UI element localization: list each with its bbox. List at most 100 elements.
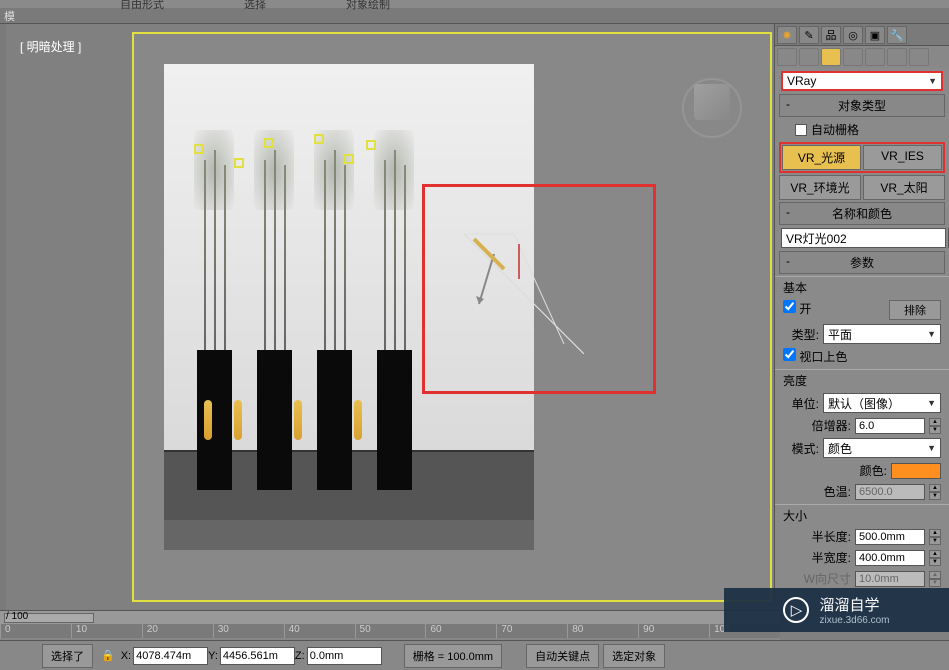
viewport-color-checkbox[interactable]: 视口上色 [783, 348, 847, 365]
z-label: Z: [295, 650, 305, 662]
auto-grid-checkbox[interactable]: 自动栅格 [775, 119, 949, 140]
unit-label: 单位: [783, 395, 819, 412]
spinner-down: ▼ [929, 579, 941, 587]
y-label: Y: [208, 650, 218, 662]
vr-ambient-button[interactable]: VR_环境光 [779, 175, 861, 200]
chevron-down-icon: ▼ [927, 443, 936, 453]
hierarchy-tab-icon[interactable]: 品 [821, 26, 841, 44]
chevron-down-icon: ▼ [927, 398, 936, 408]
menu-object-paint[interactable]: 对象绘制 [346, 0, 390, 4]
timeline-ruler: 0 10 20 30 40 50 60 70 80 90 100 [0, 624, 780, 638]
panel-tabs: ✸ ✎ 品 ◎ ▣ 🔧 [775, 24, 949, 46]
color-label: 颜色: [860, 462, 887, 479]
selected-count-button[interactable]: 选择了 [42, 644, 93, 668]
light-beam-icon [204, 400, 212, 440]
create-subtabs [775, 46, 949, 68]
group-size-label: 大小 [775, 504, 949, 526]
group-intensity-label: 亮度 [775, 369, 949, 391]
viewport-label[interactable]: [ 明暗处理 ] [20, 38, 81, 55]
x-label: X: [121, 650, 131, 662]
light-beam-icon [294, 400, 302, 440]
spinner-up[interactable]: ▲ [929, 550, 941, 558]
spinner-up[interactable]: ▲ [929, 418, 941, 426]
light-gizmo-icon[interactable] [314, 134, 324, 144]
viewport[interactable] [132, 32, 772, 602]
mode-label: 模式: [783, 440, 819, 457]
viewcube[interactable] [694, 84, 730, 120]
time-slider[interactable]: / 100 [0, 611, 780, 624]
light-gizmo-icon[interactable] [264, 138, 274, 148]
plant-1[interactable] [189, 150, 239, 490]
wsize-input [855, 571, 925, 587]
spinner-down[interactable]: ▼ [929, 537, 941, 545]
plant-3[interactable] [309, 150, 359, 490]
status-bar: 选择了 🔒 X: Y: Z: 栅格 = 100.0mm 自动关键点 选定对象 [0, 640, 949, 670]
halfwidth-label: 半宽度: [812, 549, 851, 566]
command-panel: ✸ ✎ 品 ◎ ▣ 🔧 VRay ▼ - 对象类型 自动 [774, 24, 949, 610]
modify-tab-icon[interactable]: ✎ [799, 26, 819, 44]
plant-2[interactable] [249, 150, 299, 490]
wsize-label: W向尺寸 [804, 570, 851, 587]
geometry-icon[interactable] [777, 48, 797, 66]
spinner-up: ▲ [929, 571, 941, 579]
vr-light-button[interactable]: VR_光源 [782, 145, 861, 170]
spinner-down[interactable]: ▼ [929, 558, 941, 566]
timeline[interactable]: / 100 0 10 20 30 40 50 60 70 80 90 100 [0, 610, 780, 640]
halflength-input[interactable] [855, 529, 925, 545]
mode-dropdown[interactable]: 颜色 ▼ [823, 438, 941, 458]
scene-floor-front [164, 520, 534, 550]
multiplier-input[interactable] [855, 418, 925, 434]
watermark: ▷ 溜溜自学 zixue.3d66.com [724, 588, 949, 632]
multiplier-label: 倍增器: [812, 417, 851, 434]
vr-ies-button[interactable]: VR_IES [863, 145, 942, 170]
spinner-down: ▼ [929, 492, 941, 500]
spinner-up[interactable]: ▲ [929, 529, 941, 537]
halflength-label: 半长度: [812, 528, 851, 545]
spacewarps-icon[interactable] [887, 48, 907, 66]
menu-freeform[interactable]: 自由形式 [120, 0, 164, 4]
shapes-icon[interactable] [799, 48, 819, 66]
menu-select[interactable]: 选择 [244, 0, 266, 4]
spinner-up: ▲ [929, 484, 941, 492]
light-gizmo-icon[interactable] [194, 144, 204, 154]
lights-icon[interactable] [821, 48, 841, 66]
color-swatch[interactable] [891, 463, 941, 479]
spinner-down[interactable]: ▼ [929, 426, 941, 434]
light-beam-icon [354, 400, 362, 440]
selected-object-button[interactable]: 选定对象 [603, 644, 665, 668]
exclude-button[interactable]: 排除 [889, 300, 941, 320]
plant-4[interactable] [369, 150, 419, 490]
light-gizmo-icon[interactable] [344, 154, 354, 164]
create-tab-icon[interactable]: ✸ [777, 26, 797, 44]
halfwidth-input[interactable] [855, 550, 925, 566]
rollout-name-color[interactable]: - 名称和颜色 [779, 202, 945, 225]
display-tab-icon[interactable]: ▣ [865, 26, 885, 44]
viewport-container: [ 明暗处理 ] [6, 24, 774, 610]
motion-tab-icon[interactable]: ◎ [843, 26, 863, 44]
type-dropdown[interactable]: 平面 ▼ [823, 324, 941, 344]
utilities-tab-icon[interactable]: 🔧 [887, 26, 907, 44]
x-coord-input[interactable] [133, 647, 208, 665]
lock-icon[interactable]: 🔒 [95, 649, 121, 662]
z-coord-input[interactable] [307, 647, 382, 665]
colortemp-label: 色温: [824, 483, 851, 500]
grid-size-display: 栅格 = 100.0mm [404, 644, 502, 668]
systems-icon[interactable] [909, 48, 929, 66]
auto-key-button[interactable]: 自动关键点 [526, 644, 599, 668]
light-gizmo-icon[interactable] [366, 140, 376, 150]
helpers-icon[interactable] [865, 48, 885, 66]
chevron-down-icon: ▼ [928, 76, 937, 86]
y-coord-input[interactable] [220, 647, 295, 665]
object-name-input[interactable] [781, 228, 946, 248]
rollout-params[interactable]: - 参数 [779, 251, 945, 274]
cameras-icon[interactable] [843, 48, 863, 66]
chevron-down-icon: ▼ [927, 329, 936, 339]
vr-sun-button[interactable]: VR_太阳 [863, 175, 945, 200]
type-label: 类型: [783, 326, 819, 343]
light-category-dropdown[interactable]: VRay ▼ [781, 71, 943, 91]
light-gizmo-icon[interactable] [234, 158, 244, 168]
unit-dropdown[interactable]: 默认（图像） ▼ [823, 393, 941, 413]
on-checkbox[interactable]: 开 [783, 300, 811, 320]
top-menu-bar: 自由形式 选择 对象绘制 [0, 0, 949, 8]
rollout-object-type[interactable]: - 对象类型 [779, 94, 945, 117]
